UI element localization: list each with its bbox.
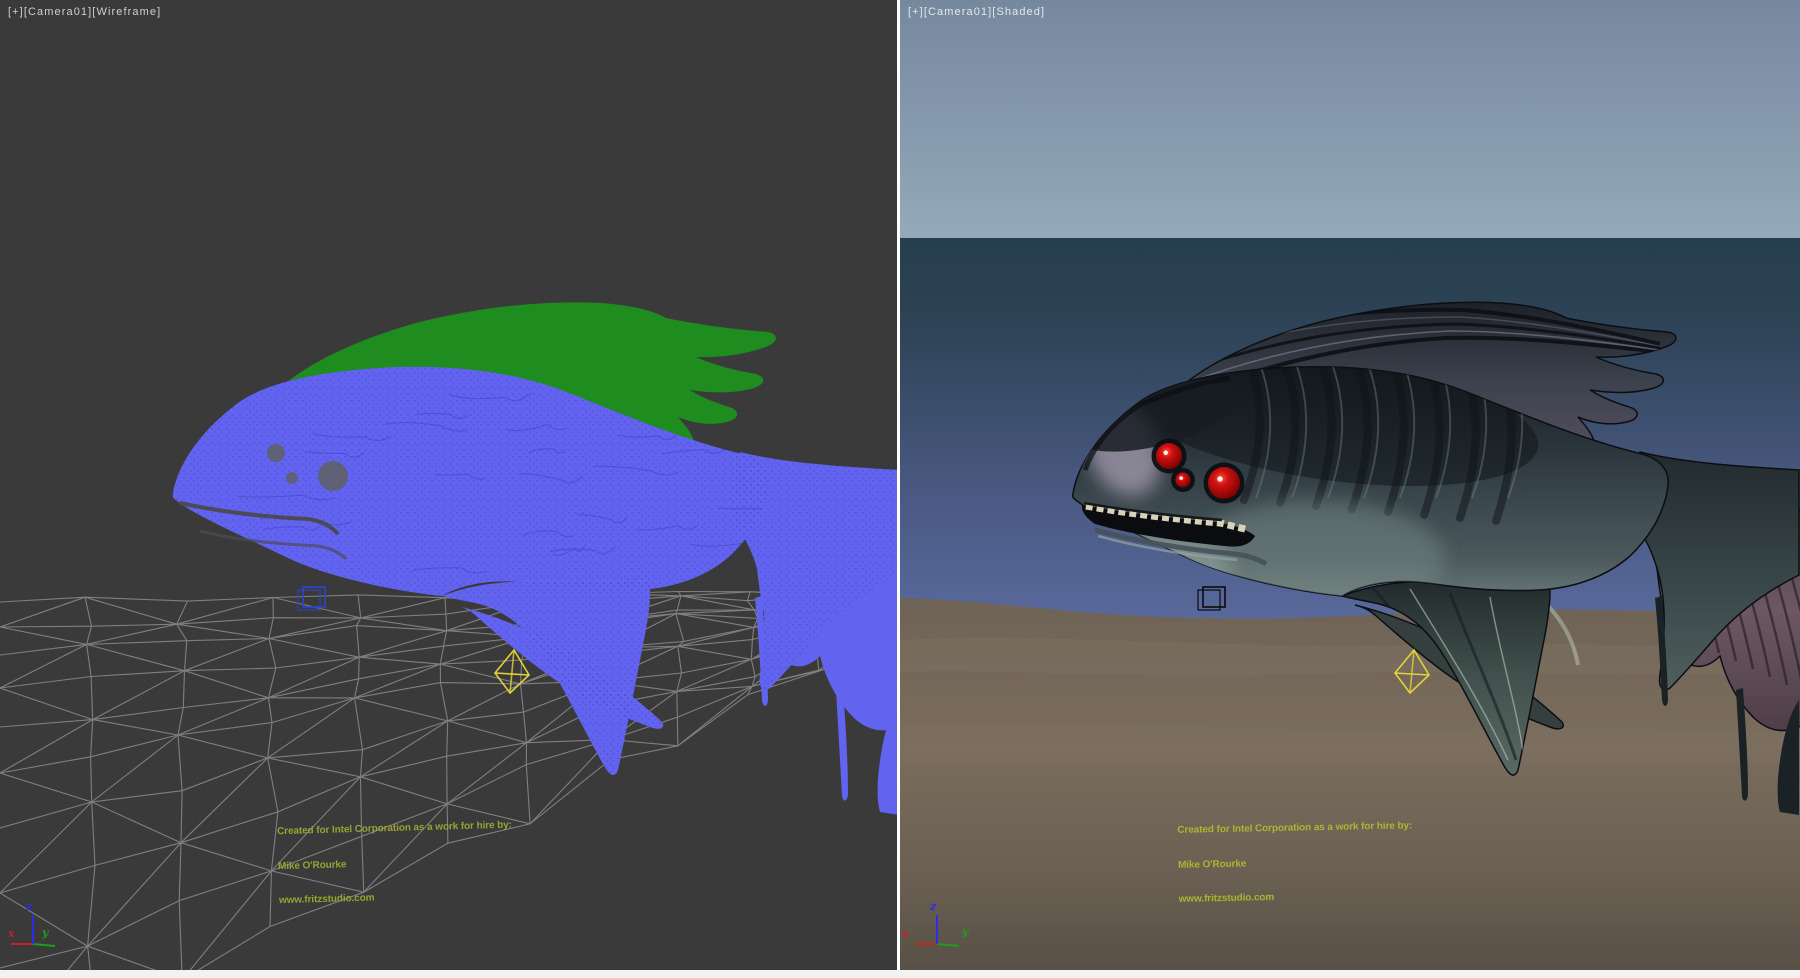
fish-eye [318,461,348,491]
scene-watermark: Created for Intel Corporation as a work … [1177,796,1479,928]
watermark-line-3: www.fritzstudio.com [279,887,579,907]
fish-eye-red [1176,473,1191,488]
viewport-shaded[interactable]: [+][Camera01][Shaded] Created for Intel … [900,0,1800,970]
axis-label-x: x [902,928,909,939]
sky-background [900,0,1800,240]
axis-label-y: y [42,927,48,938]
watermark-line-1: Created for Intel Corporation as a work … [277,818,577,838]
watermark-line-2: Mike O'Rourke [1178,854,1478,871]
watermark-line-2: Mike O'Rourke [278,852,578,872]
fish-eye-red [1208,467,1240,499]
axis-label-y: y [962,926,968,937]
fish-eye [286,472,298,484]
window-bottom-strip [0,970,1800,978]
watermark-line-3: www.fritzstudio.com [1179,888,1479,905]
watermark-line-1: Created for Intel Corporation as a work … [1177,819,1477,836]
axis-label-x: x [8,928,15,939]
max-viewport-split: [+][Camera01][Wireframe] Created for Int… [0,0,1800,978]
scene-watermark: Created for Intel Corporation as a work … [276,795,579,930]
viewport-label-wireframe[interactable]: [+][Camera01][Wireframe] [8,6,161,18]
viewport-label-shaded[interactable]: [+][Camera01][Shaded] [908,6,1045,18]
viewport-wireframe[interactable]: [+][Camera01][Wireframe] Created for Int… [0,0,897,970]
axis-label-z: z [26,901,32,912]
axis-label-z: z [930,901,936,912]
fish-eye [267,444,285,462]
fish-eye-red [1156,443,1182,469]
